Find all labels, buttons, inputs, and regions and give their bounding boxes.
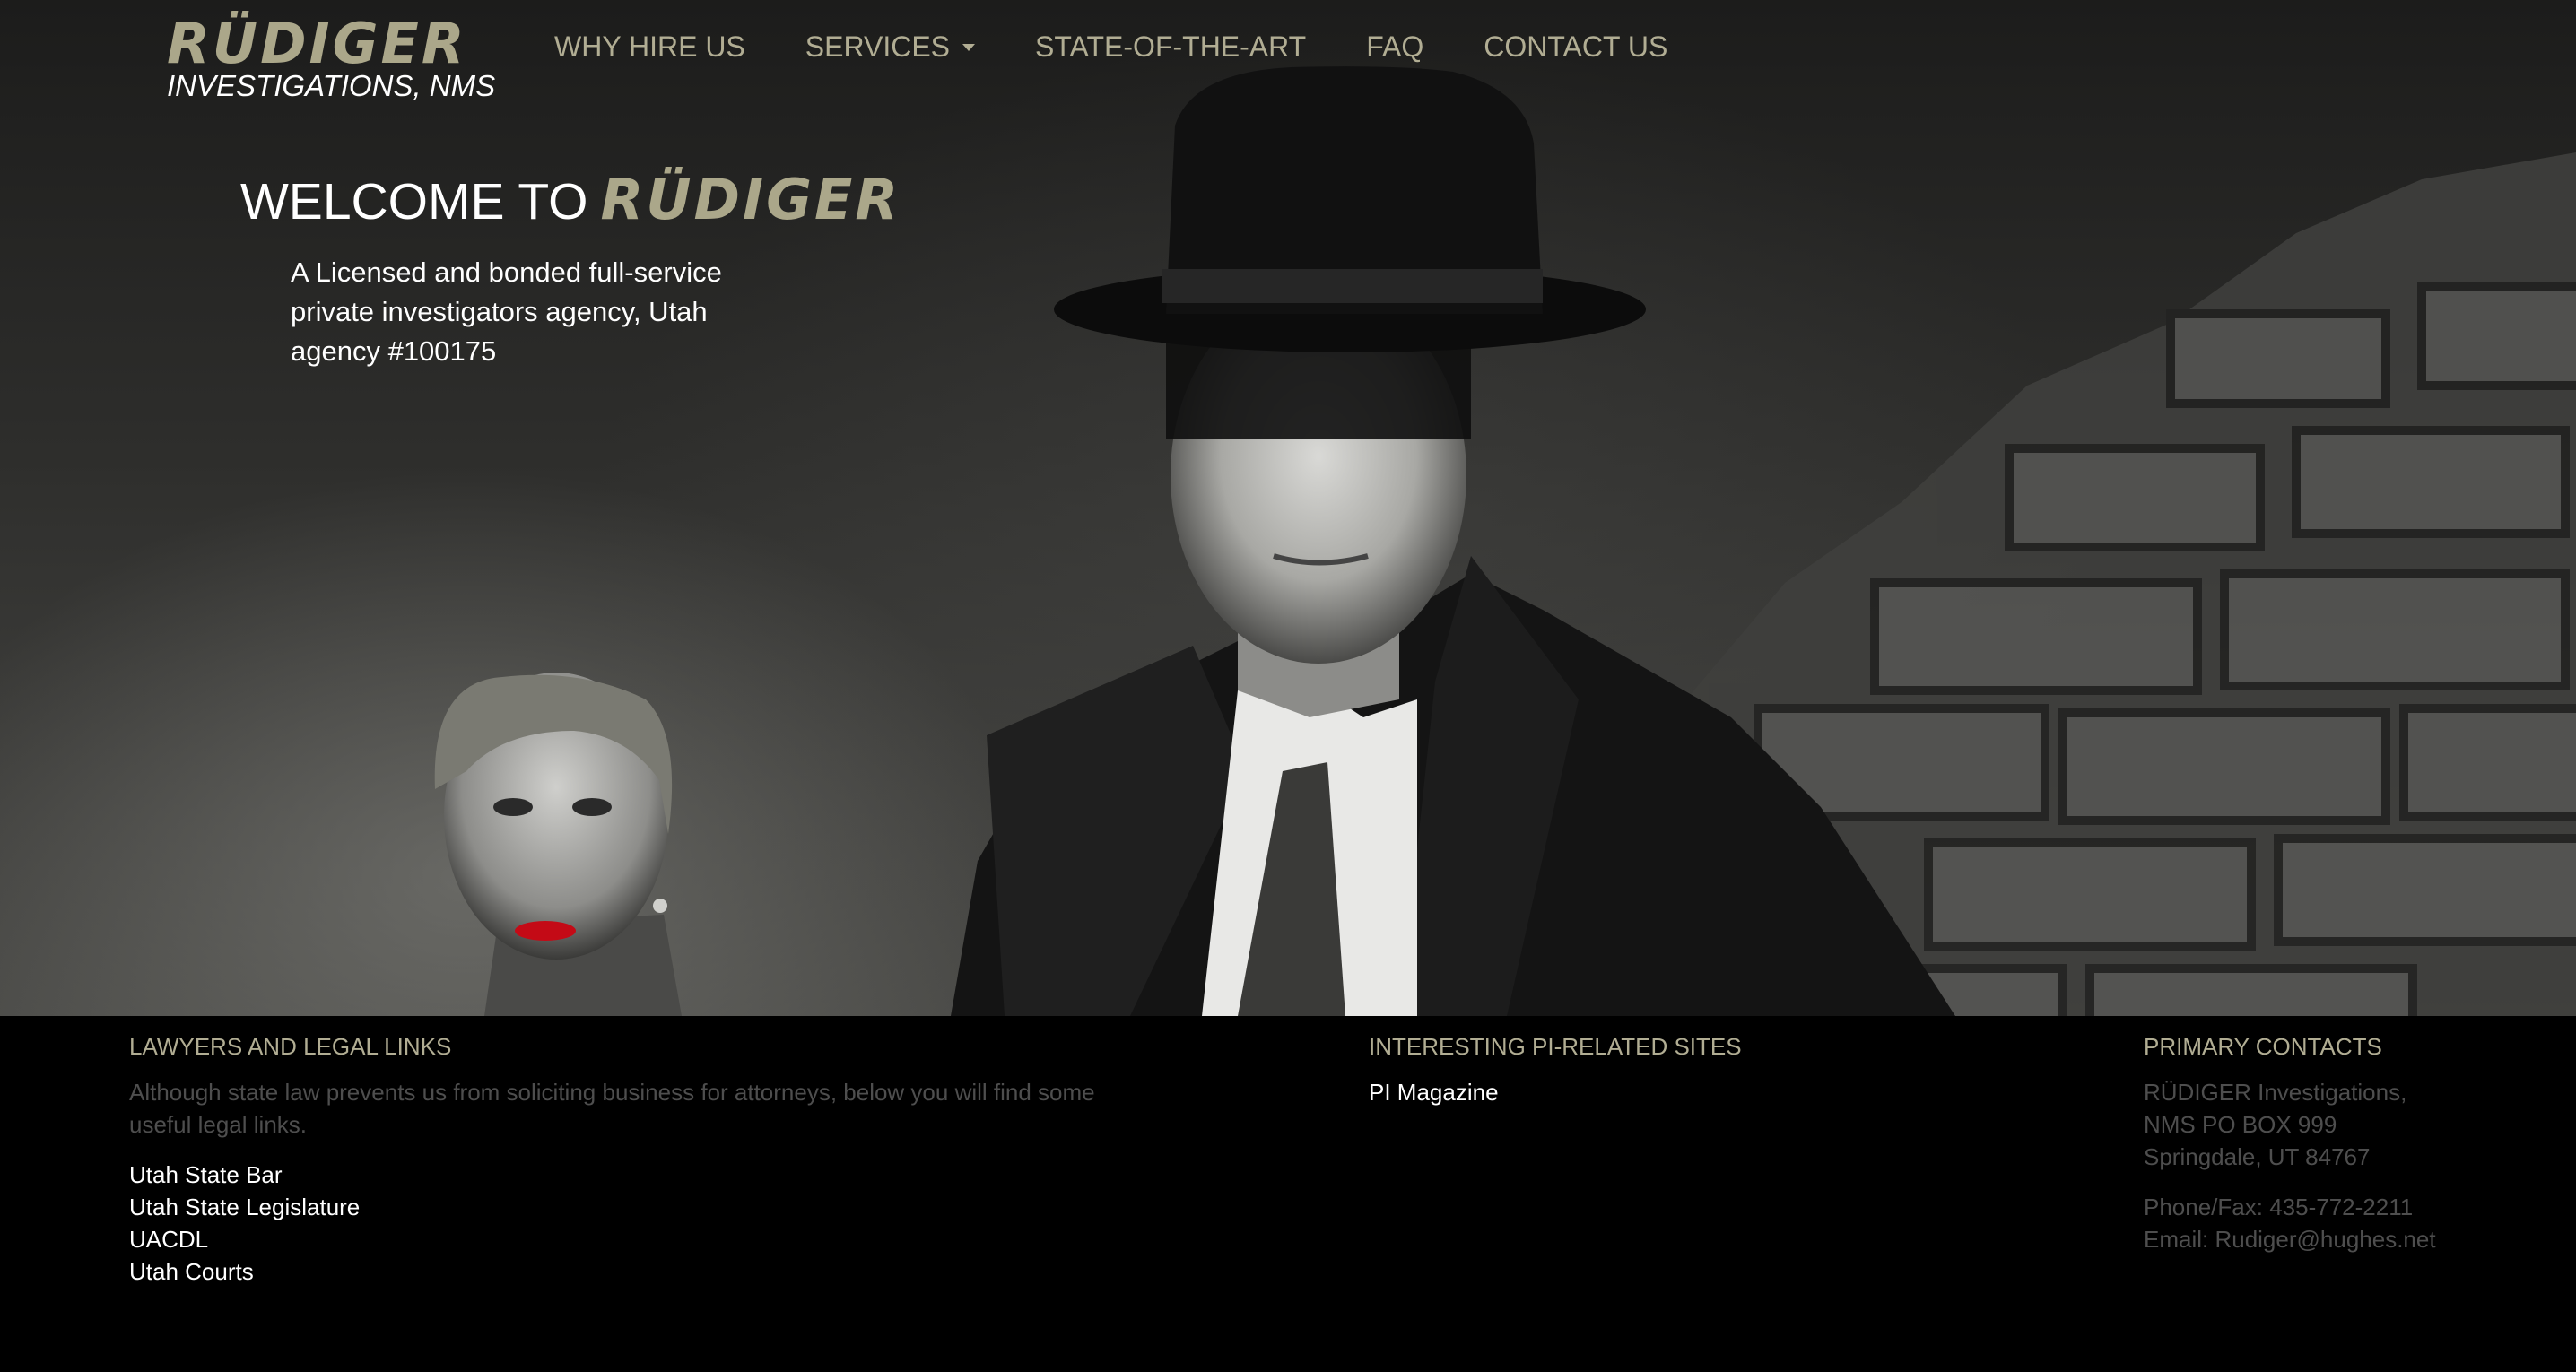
footer-pi-sites-heading: INTERESTING PI-RELATED SITES (1369, 1033, 1742, 1060)
main-navigation: WHY HIRE US SERVICES STATE-OF-THE-ART FA… (554, 27, 1727, 66)
caret-down-icon (962, 43, 976, 51)
contact-email[interactable]: Email: Rudiger@hughes.net (2144, 1223, 2556, 1255)
hero-banner: RÜDIGER INVESTIGATIONS, NMS WHY HIRE US … (0, 0, 2576, 1016)
nav-item-label: WHY HIRE US (554, 30, 745, 63)
link-uacdl[interactable]: UACDL (129, 1223, 1134, 1255)
footer-contacts-heading: PRIMARY CONTACTS (2144, 1033, 2382, 1060)
nav-item-state-of-the-art[interactable]: STATE-OF-THE-ART (1035, 27, 1306, 66)
nav-item-label: SERVICES (805, 30, 951, 63)
site-logo[interactable]: RÜDIGER INVESTIGATIONS, NMS (167, 14, 495, 102)
nav-item-faq[interactable]: FAQ (1366, 27, 1423, 66)
footer-pi-sites-section: INTERESTING PI-RELATED SITES PI Magazine (1369, 1031, 1907, 1108)
contact-address-line1: RÜDIGER Investigations, (2144, 1079, 2407, 1106)
page: RÜDIGER INVESTIGATIONS, NMS WHY HIRE US … (0, 0, 2576, 1372)
woman-figure (434, 673, 682, 1016)
link-pi-magazine[interactable]: PI Magazine (1369, 1076, 1907, 1108)
welcome-heading: WELCOME TO RÜDIGER (240, 167, 901, 232)
nav-item-label: CONTACT US (1484, 30, 1668, 63)
logo-subtitle: INVESTIGATIONS, NMS (167, 69, 496, 102)
nav-item-why-hire-us[interactable]: WHY HIRE US (554, 27, 745, 66)
nav-item-services[interactable]: SERVICES (805, 27, 976, 66)
nav-item-label: STATE-OF-THE-ART (1035, 30, 1307, 63)
contact-phone: Phone/Fax: 435-772-2211 (2144, 1194, 2414, 1220)
logo-brand-name: RÜDIGER (167, 11, 467, 76)
contact-address-line3: Springdale, UT 84767 (2144, 1143, 2371, 1170)
hero-photo-detective-scene (434, 66, 2576, 1016)
contact-address-line2: NMS PO BOX 999 (2144, 1111, 2337, 1138)
footer-legal-heading: LAWYERS AND LEGAL LINKS (129, 1033, 452, 1060)
footer-primary-contacts-section: PRIMARY CONTACTS RÜDIGER Investigations,… (2144, 1031, 2556, 1255)
welcome-brand-name: RÜDIGER (600, 167, 901, 232)
man-figure (951, 66, 1955, 1016)
footer-legal-links-section: LAWYERS AND LEGAL LINKS Although state l… (129, 1031, 1134, 1288)
link-utah-state-legislature[interactable]: Utah State Legislature (129, 1191, 1134, 1223)
hero-tagline: A Licensed and bonded full-service priva… (291, 256, 722, 367)
footer-legal-intro: Although state law prevents us from soli… (129, 1079, 1095, 1138)
nav-item-label: FAQ (1366, 30, 1424, 63)
link-utah-courts[interactable]: Utah Courts (129, 1255, 1134, 1288)
welcome-prefix: WELCOME TO (240, 173, 588, 230)
nav-item-contact-us[interactable]: CONTACT US (1484, 27, 1667, 66)
link-utah-state-bar[interactable]: Utah State Bar (129, 1159, 1134, 1191)
